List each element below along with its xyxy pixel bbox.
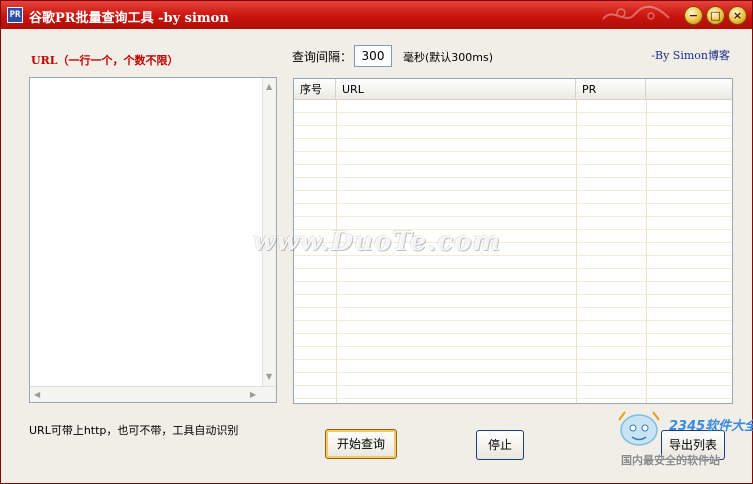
url-input-label: URL（一行一个，个数不限）	[31, 54, 179, 67]
close-button[interactable]: ×	[728, 6, 747, 25]
author-blog-link[interactable]: -By Simon博客	[651, 47, 730, 63]
table-header: 序号 URL PR	[294, 79, 732, 100]
interval-label: 查询间隔：	[292, 50, 353, 64]
app-icon: PR	[7, 7, 23, 23]
url-format-hint: URL可带上http，也可不带，工具自动识别	[29, 424, 239, 437]
scroll-down-icon[interactable]: ▼	[266, 372, 272, 382]
brand-watermark: 2345软件大全	[669, 419, 753, 434]
maximize-button[interactable]: □	[706, 6, 725, 25]
column-header-url[interactable]: URL	[336, 79, 576, 100]
column-divider	[576, 100, 577, 403]
window-title: 谷歌PR批量查询工具 -by simon	[29, 11, 229, 26]
titlebar-ornament-icon	[602, 5, 670, 20]
duote-watermark: www.DuoTe.com	[253, 227, 502, 257]
title-bar[interactable]: PR 谷歌PR批量查询工具 -by simon − □ ×	[1, 1, 752, 29]
interval-unit-label: 毫秒(默认300ms)	[403, 51, 494, 64]
url-textarea[interactable]: ▲ ▼ ◀ ▶	[29, 77, 277, 403]
column-divider	[646, 100, 647, 403]
interval-input[interactable]	[354, 45, 392, 67]
minimize-button[interactable]: −	[684, 6, 703, 25]
column-header-extra[interactable]	[646, 79, 732, 100]
mascot-logo-icon	[618, 411, 660, 446]
scroll-up-icon[interactable]: ▲	[266, 82, 272, 92]
scroll-left-icon[interactable]: ◀	[34, 390, 40, 400]
column-header-pr[interactable]: PR	[576, 79, 646, 100]
stop-button[interactable]: 停止	[476, 430, 524, 460]
brand-tagline-watermark: 国内最安全的软件站	[621, 454, 720, 467]
column-header-index[interactable]: 序号	[294, 79, 336, 100]
start-query-button[interactable]: 开始查询	[325, 429, 397, 459]
scroll-right-icon[interactable]: ▶	[250, 390, 256, 400]
app-window: PR 谷歌PR批量查询工具 -by simon − □ × URL（一行一个，个…	[0, 0, 753, 484]
horizontal-scrollbar[interactable]: ◀ ▶	[30, 386, 276, 402]
